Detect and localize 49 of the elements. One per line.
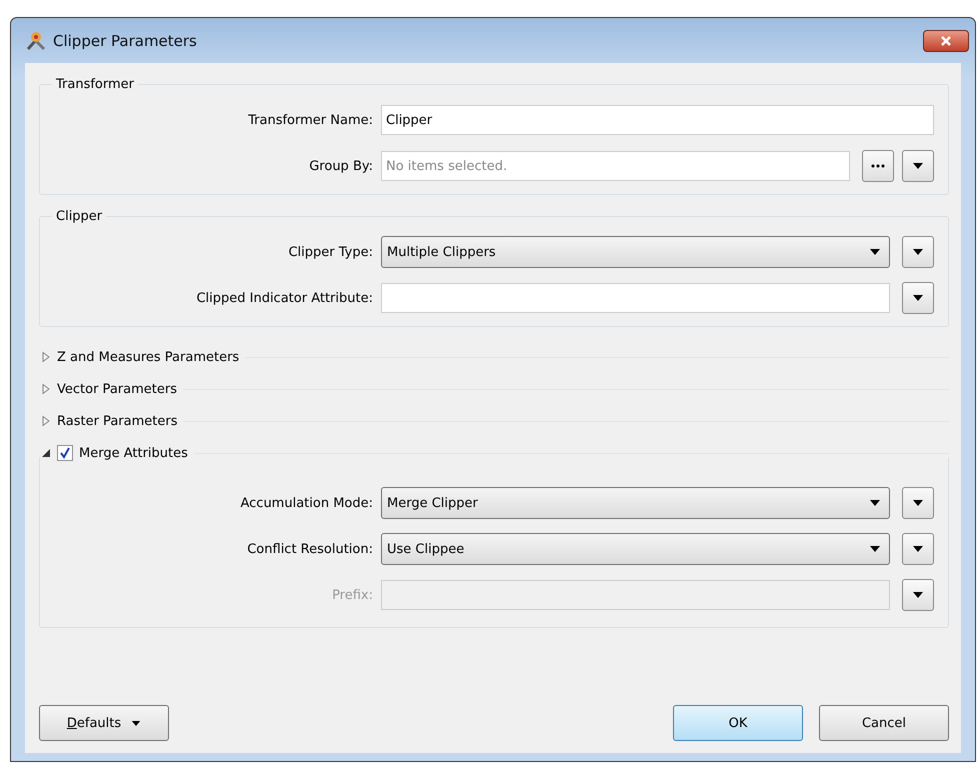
browse-button[interactable] [862, 150, 894, 182]
caret-icon [869, 248, 881, 256]
caret-icon [912, 591, 924, 599]
field-label: Conflict Resolution: [246, 542, 373, 556]
group-title: Transformer [55, 77, 136, 92]
field-label: Accumulation Mode: [239, 496, 373, 510]
ellipsis-icon [871, 164, 885, 168]
menu-button[interactable] [902, 487, 934, 519]
dropdown[interactable]: Use Clippee [381, 533, 890, 565]
field-label: Clipper Type: [287, 244, 373, 260]
menu-button[interactable] [902, 579, 934, 611]
field-label: Group By: [308, 158, 373, 174]
field-label: Transformer Name: [247, 112, 373, 128]
dropdown[interactable]: Merge Clipper [381, 487, 890, 519]
close-icon [940, 36, 952, 46]
input-field[interactable] [381, 283, 890, 313]
caret-icon [131, 720, 142, 726]
menu-button[interactable] [902, 236, 934, 268]
section-title[interactable]: Merge Attributes [79, 446, 188, 460]
close-button[interactable] [923, 30, 969, 52]
checkbox[interactable] [57, 445, 73, 461]
field-label: Clipped Indicator Attribute: [195, 290, 373, 306]
group-title: Clipper [55, 209, 104, 224]
collapsed-triangle-icon[interactable] [41, 351, 51, 363]
caret-icon [912, 294, 924, 302]
caret-icon [912, 248, 924, 256]
caret-icon [912, 545, 924, 553]
caret-icon [869, 499, 881, 507]
section-title[interactable]: Z and Measures Parameters [57, 350, 240, 364]
ok-button[interactable]: OK [673, 705, 803, 741]
section-title[interactable]: Vector Parameters [57, 382, 177, 396]
collapsed-triangle-icon[interactable] [41, 383, 51, 395]
window-title: Clipper Parameters [53, 32, 197, 50]
menu-button[interactable] [902, 533, 934, 565]
input-field[interactable]: Clipper [381, 105, 934, 135]
dropdown[interactable]: Multiple Clippers [381, 236, 890, 268]
caret-icon [869, 545, 881, 553]
cancel-button[interactable]: Cancel [819, 705, 949, 741]
tools-icon [25, 30, 47, 52]
defaults-button[interactable]: Defaults [39, 705, 169, 741]
section-title[interactable]: Raster Parameters [57, 414, 178, 428]
input-field[interactable]: No items selected. [381, 151, 850, 181]
expanded-triangle-icon[interactable] [41, 447, 51, 459]
collapsed-triangle-icon[interactable] [41, 415, 51, 427]
menu-button[interactable] [902, 282, 934, 314]
menu-button[interactable] [902, 150, 934, 182]
caret-icon [912, 499, 924, 507]
field-label: Prefix: [331, 588, 373, 602]
caret-icon [912, 162, 924, 170]
